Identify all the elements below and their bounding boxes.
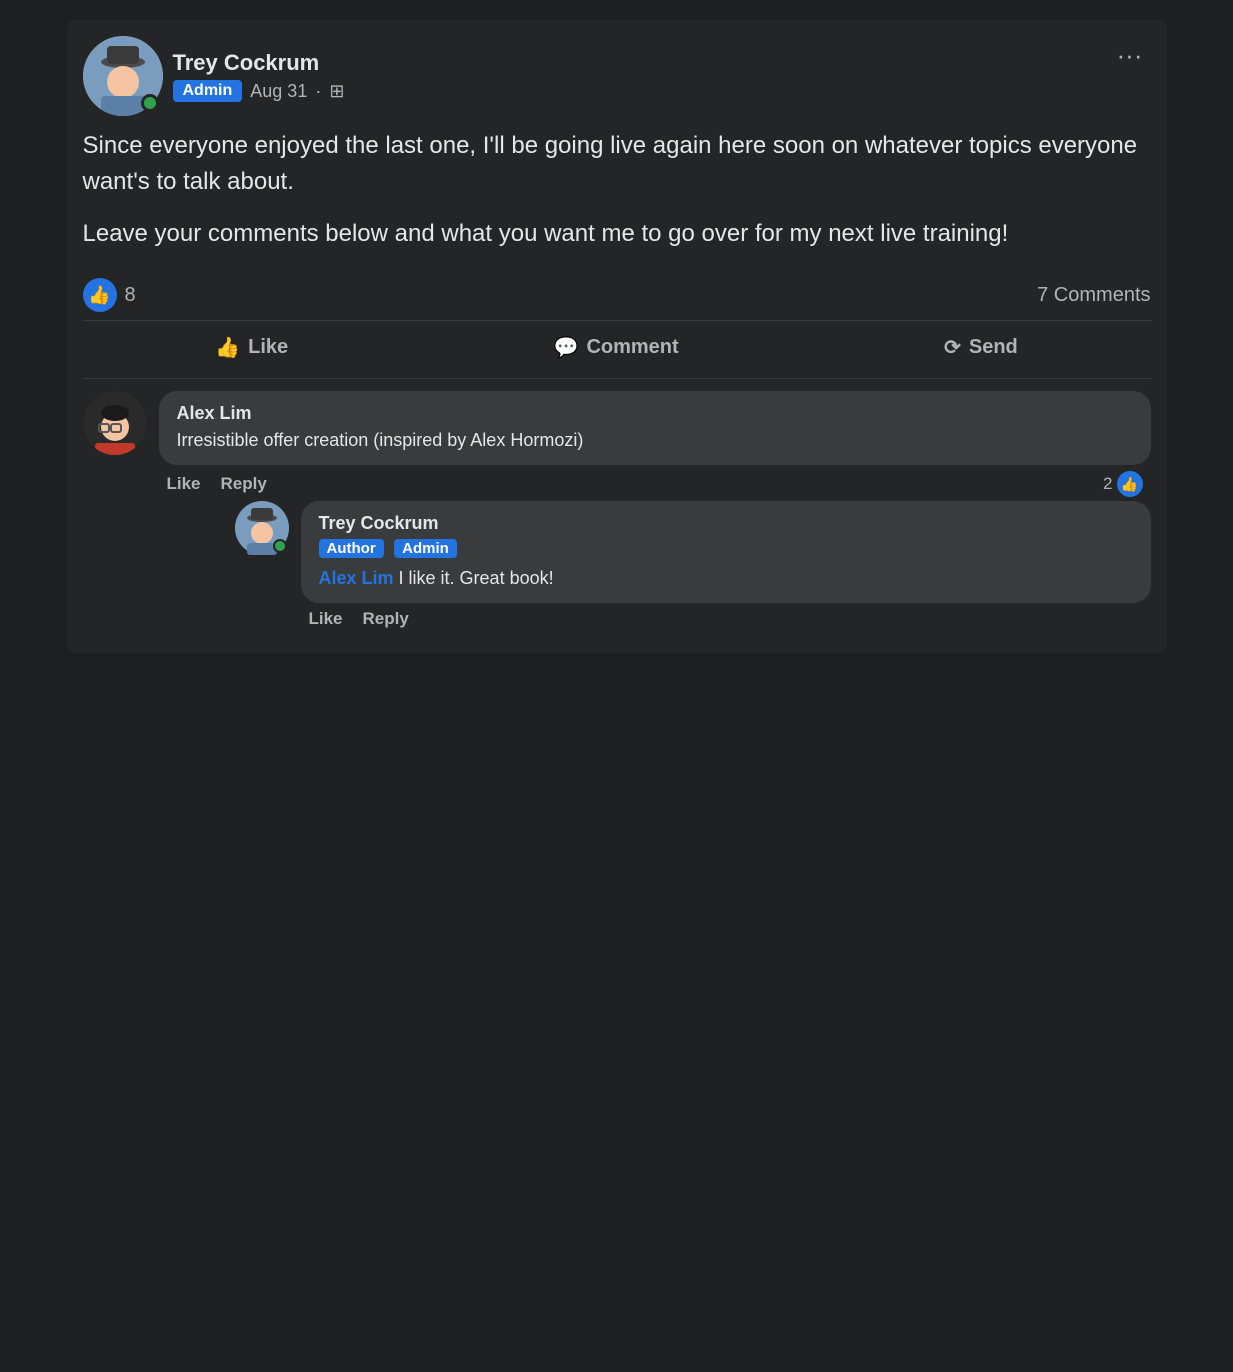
comment-author-name: Alex Lim (177, 403, 1133, 424)
post-header-left: Trey Cockrum Admin Aug 31 · ⊞ (83, 36, 345, 116)
send-button-label: Send (969, 336, 1018, 359)
send-button-icon: ⟳ (944, 335, 961, 360)
reply-body: Trey Cockrum Author Admin Alex Lim I lik… (301, 501, 1151, 633)
post-date: Aug 31 (250, 81, 307, 102)
post-card: Trey Cockrum Admin Aug 31 · ⊞ ··· Since … (67, 20, 1167, 653)
reply-online-indicator (273, 539, 287, 553)
comment-text: Irresistible offer creation (inspired by… (177, 428, 1133, 453)
comment-like-icon: 👍 (1117, 471, 1143, 497)
like-button-icon: 👍 (215, 335, 240, 360)
comment-reply-button[interactable]: Reply (221, 474, 267, 494)
like-icon: 👍 (83, 278, 117, 312)
reply-mention: Alex Lim (319, 568, 394, 588)
admin-badge: Admin (173, 80, 243, 102)
comment-bubble-alex: Alex Lim Irresistible offer creation (in… (159, 391, 1151, 465)
post-paragraph-1: Since everyone enjoyed the last one, I'l… (83, 128, 1151, 200)
post-meta: Trey Cockrum Admin Aug 31 · ⊞ (173, 50, 345, 102)
actions-row: 👍 Like 💬 Comment ⟳ Send (83, 321, 1151, 379)
reply-author-name: Trey Cockrum (319, 513, 1133, 534)
reply-avatar-trey (235, 501, 289, 555)
likes-number: 8 (125, 284, 136, 307)
reply-reply-button[interactable]: Reply (363, 609, 409, 629)
post-meta-row: Admin Aug 31 · ⊞ (173, 80, 345, 102)
author-avatar-wrapper (83, 36, 163, 116)
comment-avatar-alex (83, 391, 147, 455)
like-button-label: Like (248, 336, 288, 359)
post-date-dot: · (315, 81, 321, 102)
reply-actions: Like Reply (301, 609, 1151, 629)
author-online-indicator (141, 94, 159, 112)
reactions-row: 👍 8 7 Comments (83, 270, 1151, 321)
comment-button[interactable]: 💬 Comment (514, 325, 719, 370)
comment-actions: Like Reply 2 👍 (159, 471, 1151, 497)
comment-like-count: 2 👍 (1103, 471, 1142, 497)
send-button[interactable]: ⟳ Send (904, 325, 1058, 370)
reply-bubble: Trey Cockrum Author Admin Alex Lim I lik… (301, 501, 1151, 603)
comments-count: 7 Comments (1037, 284, 1150, 307)
reply-like-button[interactable]: Like (309, 609, 343, 629)
reply-text-content: I like it. Great book! (394, 568, 554, 588)
post-header: Trey Cockrum Admin Aug 31 · ⊞ ··· (83, 36, 1151, 116)
reply-admin-badge: Admin (394, 539, 457, 558)
comment-item: Alex Lim Irresistible offer creation (in… (83, 391, 1151, 633)
reply-container: Trey Cockrum Author Admin Alex Lim I lik… (235, 501, 1151, 633)
post-content: Since everyone enjoyed the last one, I'l… (83, 128, 1151, 252)
post-author-name: Trey Cockrum (173, 50, 345, 76)
post-paragraph-2: Leave your comments below and what you w… (83, 216, 1151, 252)
author-badge: Author (319, 539, 384, 558)
more-options-button[interactable]: ··· (1109, 36, 1151, 75)
comment-button-icon: 💬 (554, 335, 579, 360)
comment-body-alex: Alex Lim Irresistible offer creation (in… (159, 391, 1151, 633)
reply-text: Alex Lim I like it. Great book! (319, 566, 1133, 591)
visibility-icon: ⊞ (329, 81, 344, 102)
comment-like-button[interactable]: Like (167, 474, 201, 494)
comment-button-label: Comment (586, 336, 678, 359)
like-button[interactable]: 👍 Like (175, 325, 328, 370)
comments-section: Alex Lim Irresistible offer creation (in… (83, 379, 1151, 653)
likes-count: 👍 8 (83, 278, 136, 312)
comment-likes-number: 2 (1103, 474, 1112, 494)
